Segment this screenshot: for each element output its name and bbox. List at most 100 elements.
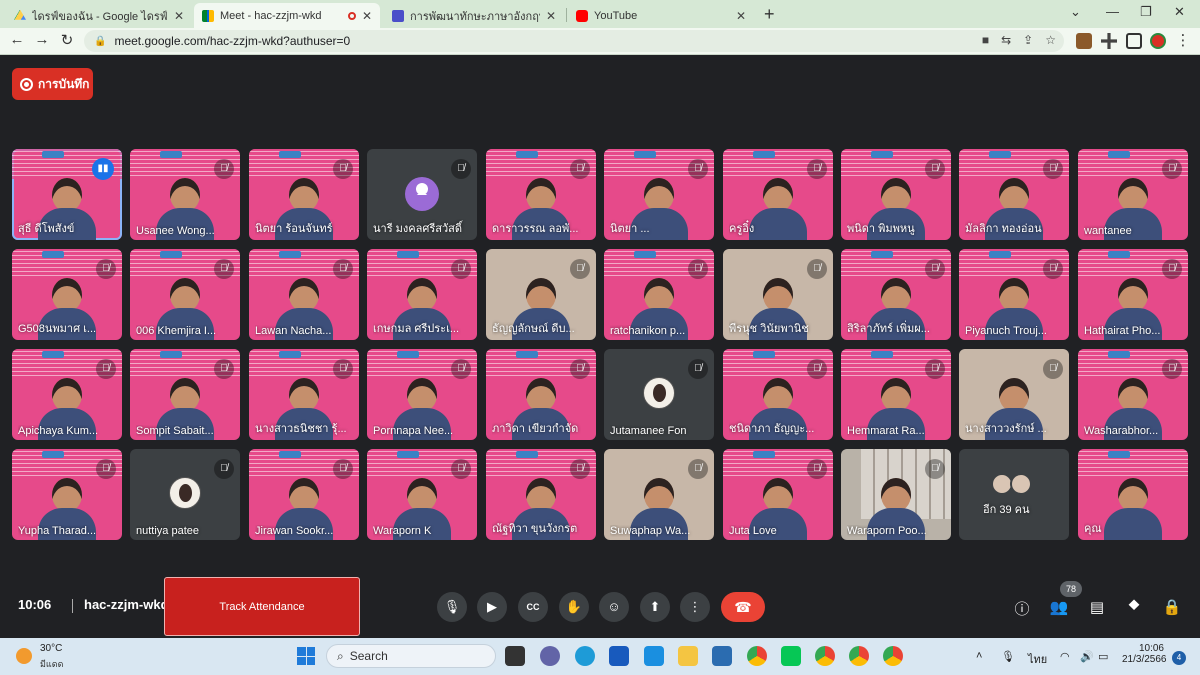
- emoji-reaction-icon[interactable]: ☺: [599, 592, 629, 622]
- taskbar-clock[interactable]: 10:06 21/3/2566: [1122, 643, 1167, 665]
- participant-tile[interactable]: 🎙̸ Sompit Sabait...: [130, 349, 240, 440]
- chrome-profile-icon[interactable]: [815, 646, 835, 666]
- participant-tile[interactable]: 🎙̸ นิตยา ...: [604, 149, 714, 240]
- share-icon[interactable]: ⇪: [1023, 33, 1033, 47]
- back-icon[interactable]: ←: [8, 31, 26, 48]
- close-window-icon[interactable]: ✕: [1174, 4, 1185, 20]
- wifi-icon[interactable]: ◠: [1060, 650, 1070, 663]
- participant-tile[interactable]: 🎙̸ พีรนุช วินัยพานิช: [723, 249, 833, 340]
- windows-start-icon[interactable]: [297, 647, 315, 665]
- participant-tile[interactable]: 🎙̸ Hemmarat Ra...: [841, 349, 951, 440]
- maximize-icon[interactable]: ❐: [1140, 4, 1152, 20]
- close-tab-icon[interactable]: ✕: [736, 9, 746, 23]
- volume-icon[interactable]: 🔊: [1080, 650, 1094, 663]
- leave-call-button[interactable]: ☎: [721, 592, 765, 622]
- recording-button[interactable]: การบันทึก: [12, 68, 93, 100]
- forward-icon[interactable]: →: [33, 31, 51, 48]
- reload-icon[interactable]: ↻: [58, 31, 76, 49]
- participant-tile[interactable]: ▮▮ สุธี ดีโพสังข์: [12, 149, 122, 240]
- participant-tile[interactable]: 🎙̸ เกษกมล ศรีประเ...: [367, 249, 477, 340]
- file-explorer-icon[interactable]: [678, 646, 698, 666]
- minimize-icon[interactable]: —: [1106, 4, 1119, 19]
- mail-icon[interactable]: [712, 646, 732, 666]
- extension-icon[interactable]: [1076, 33, 1092, 49]
- chrome-profile-icon[interactable]: [883, 646, 903, 666]
- translate-icon[interactable]: ⇆: [1001, 33, 1011, 47]
- chat-icon[interactable]: ▤: [1087, 598, 1107, 616]
- activities-icon[interactable]: ⯁: [1124, 598, 1144, 615]
- captions-icon[interactable]: CC: [518, 592, 548, 622]
- raise-hand-icon[interactable]: ✋: [559, 592, 589, 622]
- weather-temperature[interactable]: 30°C: [40, 643, 62, 654]
- edge-browser-icon[interactable]: [575, 646, 595, 666]
- meeting-code[interactable]: hac-zzjm-wkd: [84, 597, 169, 612]
- task-view-icon[interactable]: [505, 646, 525, 666]
- participant-tile[interactable]: 🎙̸ G508นพมาศ เ...: [12, 249, 122, 340]
- notification-count-badge[interactable]: 4: [1172, 651, 1186, 665]
- participant-tile[interactable]: 🎙̸ Yupha Tharad...: [12, 449, 122, 540]
- extensions-puzzle-icon[interactable]: [1101, 33, 1117, 49]
- input-language[interactable]: ไทย: [1028, 650, 1047, 668]
- participant-tile[interactable]: 🎙̸ นางสาววงรักษ์ ...: [959, 349, 1069, 440]
- lock-icon[interactable]: 🔒: [94, 36, 106, 47]
- participant-tile[interactable]: 🎙̸ Waraporn K: [367, 449, 477, 540]
- chrome-icon[interactable]: [747, 646, 767, 666]
- participant-tile[interactable]: 🎙̸ Lawan Nacha...: [249, 249, 359, 340]
- l-app-icon[interactable]: [644, 646, 664, 666]
- taskbar-search[interactable]: ⌕ Search: [326, 644, 496, 668]
- address-bar[interactable]: 🔒 meet.google.com/hac-zzjm-wkd?authuser=…: [84, 30, 1064, 52]
- participant-tile[interactable]: 🎙̸ ชนิดาภา ธัญญะ...: [723, 349, 833, 440]
- participant-tile[interactable]: 🎙̸ Washarabhor...: [1078, 349, 1188, 440]
- profile-avatar[interactable]: [1150, 33, 1166, 49]
- participant-tile[interactable]: 🎙̸ 006 Khemjira I...: [130, 249, 240, 340]
- camera-icon[interactable]: ▶: [477, 592, 507, 622]
- tab-google-forms[interactable]: การพัฒนาทักษะภาษาอังกฤษ English ✕: [384, 3, 564, 28]
- close-tab-icon[interactable]: ✕: [546, 9, 556, 23]
- line-app-icon[interactable]: [781, 646, 801, 666]
- more-options-icon[interactable]: ⋮: [680, 592, 710, 622]
- participant-tile[interactable]: 🎙̸ นารี มงคลศรีสวัสดิ์: [367, 149, 477, 240]
- menu-kebab-icon[interactable]: ⋮: [1174, 31, 1192, 49]
- participant-tile[interactable]: 🎙̸ Jirawan Sookr...: [249, 449, 359, 540]
- participant-tile[interactable]: 🎙̸ นิตยา ร้อนจันทร์: [249, 149, 359, 240]
- participant-tile[interactable]: 🎙̸ Usanee Wong...: [130, 149, 240, 240]
- tab-search-icon[interactable]: ⌄: [1070, 4, 1081, 20]
- tab-google-meet[interactable]: Meet - hac-zzjm-wkd ✕: [194, 3, 380, 28]
- weather-condition[interactable]: มีแดด: [40, 657, 63, 671]
- tray-microphone-icon[interactable]: 🎙: [1001, 650, 1015, 663]
- tab-youtube[interactable]: YouTube ✕: [568, 3, 754, 28]
- participant-tile[interactable]: 🎙̸ Hathairat Pho...: [1078, 249, 1188, 340]
- participant-tile[interactable]: 🎙̸ Suwaphap Wa...: [604, 449, 714, 540]
- participant-tile[interactable]: 🎙̸ Pornnapa Nee...: [367, 349, 477, 440]
- participant-tile[interactable]: 🎙̸ ดาราวรรณ ลอพั...: [486, 149, 596, 240]
- participant-tile[interactable]: 🎙̸ Waraporn Poo...: [841, 449, 951, 540]
- participant-tile[interactable]: 🎙̸ wantanee: [1078, 149, 1188, 240]
- bookmark-star-icon[interactable]: ☆: [1045, 33, 1056, 47]
- side-panel-icon[interactable]: [1126, 33, 1142, 49]
- teams-chat-icon[interactable]: [540, 646, 560, 666]
- word-icon[interactable]: [609, 646, 629, 666]
- participant-tile[interactable]: 🎙̸ nuttiya patee: [130, 449, 240, 540]
- people-icon[interactable]: 👥: [1049, 598, 1069, 616]
- participant-tile[interactable]: 🎙̸ ratchanikon p...: [604, 249, 714, 340]
- participant-tile[interactable]: 🎙̸ Jutamanee Fon: [604, 349, 714, 440]
- self-view-tile[interactable]: คุณ: [1078, 449, 1188, 540]
- present-screen-icon[interactable]: ⬆: [640, 592, 670, 622]
- track-attendance-button[interactable]: Track Attendance: [164, 577, 360, 636]
- participant-tile[interactable]: 🎙̸ Juta Love: [723, 449, 833, 540]
- participant-tile[interactable]: 🎙̸ ธัญญลักษณ์ ดีบ...: [486, 249, 596, 340]
- camera-in-use-icon[interactable]: ■: [982, 33, 989, 47]
- sun-icon[interactable]: [16, 648, 32, 664]
- participant-tile[interactable]: 🎙̸ สิริลาภัทร์ เพิ่มผ...: [841, 249, 951, 340]
- tab-google-drive[interactable]: ไดรฟ์ของฉัน - Google ไดรฟ์ ✕: [6, 3, 192, 28]
- host-controls-icon[interactable]: 🔒: [1162, 598, 1182, 616]
- close-tab-icon[interactable]: ✕: [362, 9, 372, 23]
- participant-tile[interactable]: 🎙̸ มัลลิกา ทองอ่อน: [959, 149, 1069, 240]
- microphone-icon[interactable]: 🎙: [437, 592, 467, 622]
- close-tab-icon[interactable]: ✕: [174, 9, 184, 23]
- url-text[interactable]: meet.google.com/hac-zzjm-wkd?authuser=0: [114, 34, 350, 48]
- chrome-profile-icon[interactable]: [849, 646, 869, 666]
- new-tab-icon[interactable]: +: [764, 4, 775, 25]
- more-participants-tile[interactable]: อีก 39 คน: [959, 449, 1069, 540]
- meeting-details-icon[interactable]: ⓘ: [1012, 598, 1032, 619]
